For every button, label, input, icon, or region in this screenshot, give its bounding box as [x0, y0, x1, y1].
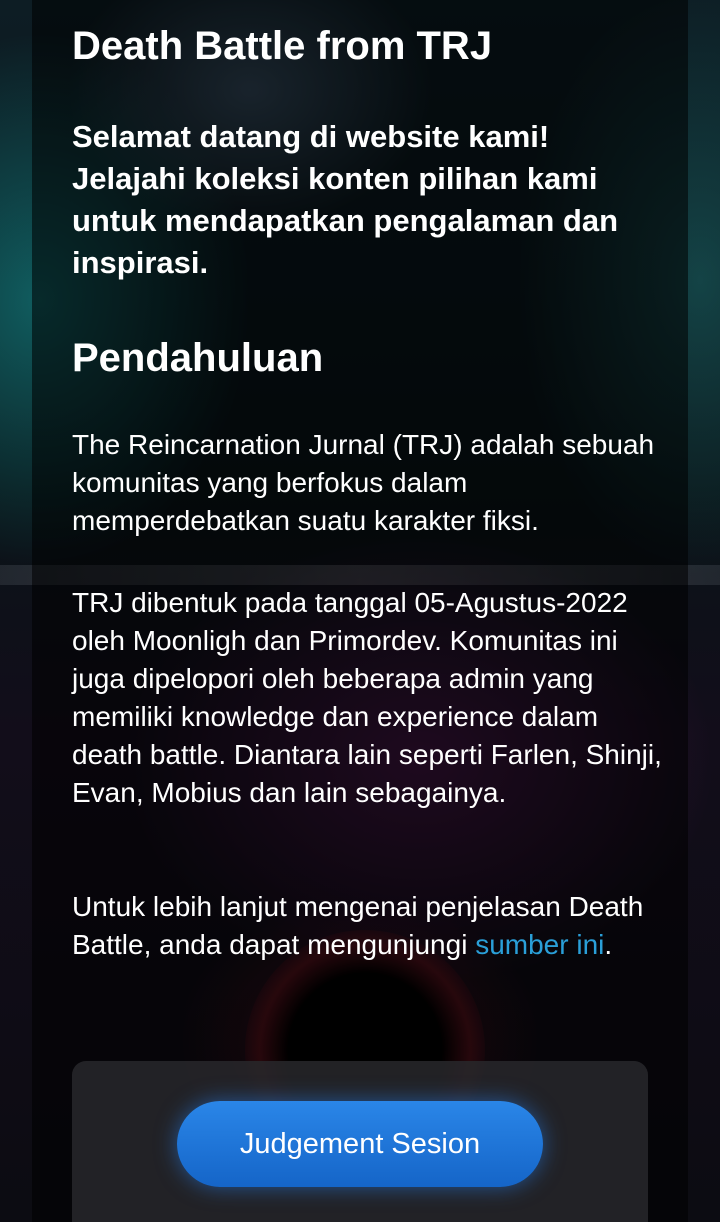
intro-paragraph-2: TRJ dibentuk pada tanggal 05-Agustus-202…	[72, 587, 662, 808]
action-card: Judgement Sesion	[72, 1061, 648, 1222]
source-link[interactable]: sumber ini	[475, 929, 604, 960]
welcome-text: Selamat datang di website kami! Jelajahi…	[72, 119, 619, 280]
paragraph-3-suffix: .	[604, 929, 613, 960]
intro-paragraph-1: The Reincarnation Jurnal (TRJ) adalah se…	[72, 429, 655, 536]
site-title: Death Battle from TRJ	[72, 24, 493, 68]
page: Death Battle from TRJ Selamat datang di …	[0, 0, 720, 1222]
section-heading-pendahuluan: Pendahuluan	[72, 336, 324, 380]
intro-paragraph-3: Untuk lebih lanjut mengenai penjelasan D…	[72, 888, 662, 964]
judgement-session-button[interactable]: Judgement Sesion	[177, 1101, 543, 1187]
